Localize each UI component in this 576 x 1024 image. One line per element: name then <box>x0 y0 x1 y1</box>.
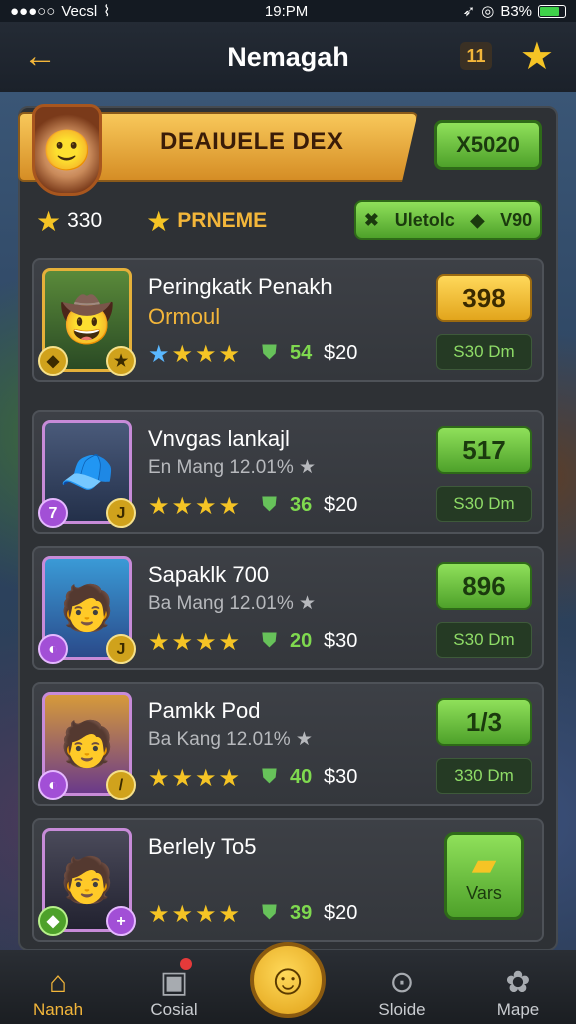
match-button[interactable]: ✖ Uletolc ◆ V90 <box>354 200 542 240</box>
wifi-icon: ⌇ <box>103 3 111 20</box>
list-item[interactable]: 🤠 ◆ ★ Peringkatk Penakh Ormoul ★★★★ ⛊ 54… <box>32 258 544 382</box>
battery-label: B3% <box>500 2 532 20</box>
player-price: $20 <box>324 494 358 516</box>
signal-icon: ●●●○○ <box>10 2 56 20</box>
claim-button[interactable]: ▰ Vars <box>444 832 524 920</box>
level-badge-icon: J <box>106 498 136 528</box>
shield-icon: ⛊ <box>262 902 277 924</box>
nav-social[interactable]: ▣ Cosial <box>124 965 224 1024</box>
player-name: Pamkk Pod <box>148 698 261 723</box>
rating-stars: ★★★★ <box>148 341 243 368</box>
star-icon: ★ <box>146 205 172 237</box>
match-value: V90 <box>500 209 533 230</box>
notification-dot <box>180 958 192 970</box>
rank-badge-icon: ◆ <box>38 346 68 376</box>
notification-icon: ▣ <box>159 966 189 999</box>
summary-label: PRNEME <box>177 209 268 232</box>
player-points: 20 <box>290 630 313 652</box>
swords-icon: ✖ <box>363 209 379 230</box>
player-points: 36 <box>290 494 313 516</box>
star-icon[interactable]: ★ <box>520 34 554 79</box>
nav-home[interactable]: ⌂ Nanah <box>8 966 108 1024</box>
score-button[interactable]: 398 <box>436 274 532 322</box>
smiley-center-button[interactable]: ☺ <box>250 942 326 1018</box>
star-icon: ★ <box>36 205 62 237</box>
player-name: Sapaklk 700 <box>148 562 270 587</box>
search-icon: ⊙ <box>389 966 415 999</box>
player-points: 54 <box>290 342 313 364</box>
location-icon: ➶ <box>462 3 476 20</box>
map-icon: ✿ <box>505 966 531 999</box>
duration-label: 330 Dm <box>436 758 532 794</box>
duration-label: S30 Dm <box>436 334 532 370</box>
banner-title: DEAIUELE DEX <box>160 128 344 155</box>
player-name: Berlely To5 <box>148 834 257 859</box>
shield-icon: ⛊ <box>262 630 277 652</box>
rating-stars: ★★★★ <box>148 765 243 792</box>
banner-reward-button[interactable]: X5020 <box>434 120 542 170</box>
player-price: $20 <box>324 342 358 364</box>
nav-label: Mape <box>496 1000 540 1019</box>
gem-icon: ◆ <box>470 209 485 230</box>
star-count: 330 <box>67 209 103 232</box>
rating-stars: ★★★★ <box>148 493 243 520</box>
player-price: $30 <box>324 630 358 652</box>
claim-label: Vars <box>466 883 502 903</box>
player-points: 39 <box>290 902 313 924</box>
status-bar: ●●●○○ Vecsl ⌇ 19:PM ➶ ◎ B3% <box>0 0 576 22</box>
nav-map[interactable]: ✿ Mape <box>468 965 568 1024</box>
player-price: $30 <box>324 766 358 788</box>
nav-label: Nanah <box>32 1000 84 1019</box>
hero-avatar[interactable]: 🙂 <box>32 104 102 196</box>
level-badge-icon: / <box>106 770 136 800</box>
player-name: Vnvgas lankajl <box>148 426 290 451</box>
page-title: Nemagah <box>227 41 349 72</box>
level-badge[interactable]: 11 <box>460 42 492 70</box>
shield-icon: ⛊ <box>262 766 277 788</box>
rank-badge-icon: ◐ <box>38 770 68 800</box>
nav-label: Sloide <box>378 1000 426 1019</box>
rating-stars: ★★★★ <box>148 629 243 656</box>
rank-badge-icon: 7 <box>38 498 68 528</box>
carrier-label: Vecsl <box>61 2 98 20</box>
player-subtitle: En Mang 12.01% ★ <box>148 457 317 478</box>
back-arrow-icon[interactable]: ← <box>18 38 62 76</box>
score-button[interactable]: 896 <box>436 562 532 610</box>
shield-icon: ⛊ <box>262 342 277 364</box>
match-label: Uletolc <box>394 209 455 230</box>
nav-label: Cosial <box>150 1000 198 1019</box>
nav-search[interactable]: ⊙ Sloide <box>352 965 452 1024</box>
shield-icon: ⛊ <box>262 494 277 516</box>
level-badge-icon: J <box>106 634 136 664</box>
duration-label: S30 Dm <box>436 622 532 658</box>
rating-stars: ★★★★ <box>148 901 243 928</box>
level-badge-icon: + <box>106 906 136 936</box>
battery-icon <box>538 4 566 18</box>
rank-badge-icon: ◐ <box>38 634 68 664</box>
player-subtitle: Ormoul <box>148 304 221 329</box>
player-price: $20 <box>324 902 358 924</box>
app-header: ← Nemagah 11 ★ <box>0 22 576 92</box>
alarm-icon: ◎ <box>481 3 495 20</box>
list-item[interactable]: 🧑 ◐ J Sapaklk 700 Ba Mang 12.01% ★ ★★★★ … <box>32 546 544 670</box>
level-badge-icon: ★ <box>106 346 136 376</box>
list-item[interactable]: 🧢 7 J Vnvgas lankajl En Mang 12.01% ★ ★★… <box>32 410 544 534</box>
player-name: Peringkatk Penakh <box>148 274 333 299</box>
score-button[interactable]: 517 <box>436 426 532 474</box>
clock-label: 19:PM <box>264 2 309 20</box>
player-subtitle: Ba Kang 12.01% ★ <box>148 729 313 750</box>
player-subtitle: Ba Mang 12.01% ★ <box>148 593 317 614</box>
home-icon: ⌂ <box>48 966 68 999</box>
list-item[interactable]: 🧑 ◐ / Pamkk Pod Ba Kang 12.01% ★ ★★★★ ⛊ … <box>32 682 544 806</box>
player-points: 40 <box>290 766 313 788</box>
duration-label: S30 Dm <box>436 486 532 522</box>
list-item[interactable]: 🧑 ◆ + Berlely To5 ★★★★ ⛊ 39 $20 ▰ Vars <box>32 818 544 942</box>
score-button[interactable]: 1/3 <box>436 698 532 746</box>
rank-badge-icon: ◆ <box>38 906 68 936</box>
gold-bar-icon: ▰ <box>471 846 497 882</box>
